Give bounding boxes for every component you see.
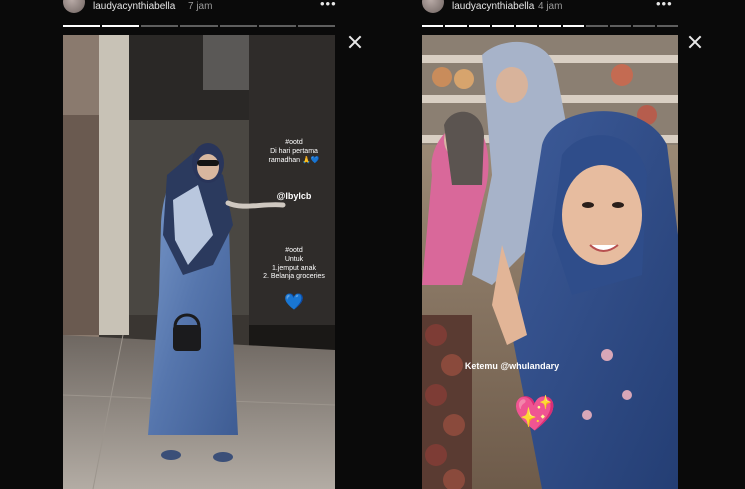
story-caption[interactable]: Ketemu @whulandary: [422, 361, 602, 372]
avatar[interactable]: [422, 0, 444, 13]
progress-segment: [180, 25, 218, 27]
mention-sticker[interactable]: @lbylcb: [263, 191, 325, 202]
progress-segment: [586, 25, 608, 27]
ootd-text-2: #ootd Untuk 1.jemput anak 2. Belanja gro…: [259, 247, 329, 282]
story-viewer-right: laudyacynthiabella 4 jam ••• Ketemu @whu…: [372, 0, 745, 489]
ootd-text-1: #ootd Di hari pertama ramadhan 🙏💙: [259, 139, 329, 165]
ootd-line: 2. Belanja groceries: [263, 273, 325, 281]
progress-segment: [297, 25, 335, 27]
story-header: laudyacynthiabella 4 jam •••: [372, 0, 745, 22]
progress-segment: [445, 25, 467, 27]
progress-segment: [609, 25, 632, 27]
story-progress-bar: [422, 25, 678, 27]
progress-segment: [492, 25, 514, 27]
ootd-line: Di hari pertama: [270, 147, 318, 155]
username[interactable]: laudyacynthiabella: [93, 1, 175, 12]
progress-segment: [515, 25, 538, 27]
progress-segment: [141, 25, 179, 27]
close-icon[interactable]: [347, 34, 363, 50]
ootd-line: 1.jemput anak: [272, 264, 316, 272]
more-options-icon[interactable]: •••: [320, 0, 337, 11]
avatar[interactable]: [63, 0, 85, 13]
progress-segment: [422, 25, 444, 27]
ootd-tag: #ootd: [285, 139, 303, 146]
story-header: laudyacynthiabella 7 jam •••: [0, 0, 372, 22]
heart-sticker: 💖: [513, 395, 557, 433]
progress-segment: [562, 25, 585, 27]
progress-segment: [656, 25, 678, 27]
timestamp: 7 jam: [188, 1, 213, 12]
close-icon[interactable]: [687, 34, 703, 50]
progress-segment: [258, 25, 296, 27]
username[interactable]: laudyacynthiabella: [452, 1, 534, 12]
story-media[interactable]: #ootd Di hari pertama ramadhan 🙏💙 @lbylc…: [63, 35, 335, 489]
progress-segment: [539, 25, 561, 27]
progress-segment: [63, 25, 101, 27]
ootd-tag: #ootd: [285, 247, 303, 254]
more-options-icon[interactable]: •••: [656, 0, 673, 11]
progress-segment: [219, 25, 257, 27]
ootd-line: ramadhan 🙏💙: [268, 156, 320, 164]
story-progress-bar: [63, 25, 335, 27]
progress-segment: [102, 25, 140, 27]
ootd-line: Untuk: [284, 255, 304, 263]
blue-heart-icon: 💙: [284, 294, 304, 311]
story-viewer-left: laudyacynthiabella 7 jam ••• #ootd Di ha…: [0, 0, 372, 489]
story-media[interactable]: Ketemu @whulandary 💖: [422, 35, 678, 489]
progress-segment: [468, 25, 491, 27]
timestamp: 4 jam: [538, 1, 563, 12]
progress-segment: [633, 25, 655, 27]
